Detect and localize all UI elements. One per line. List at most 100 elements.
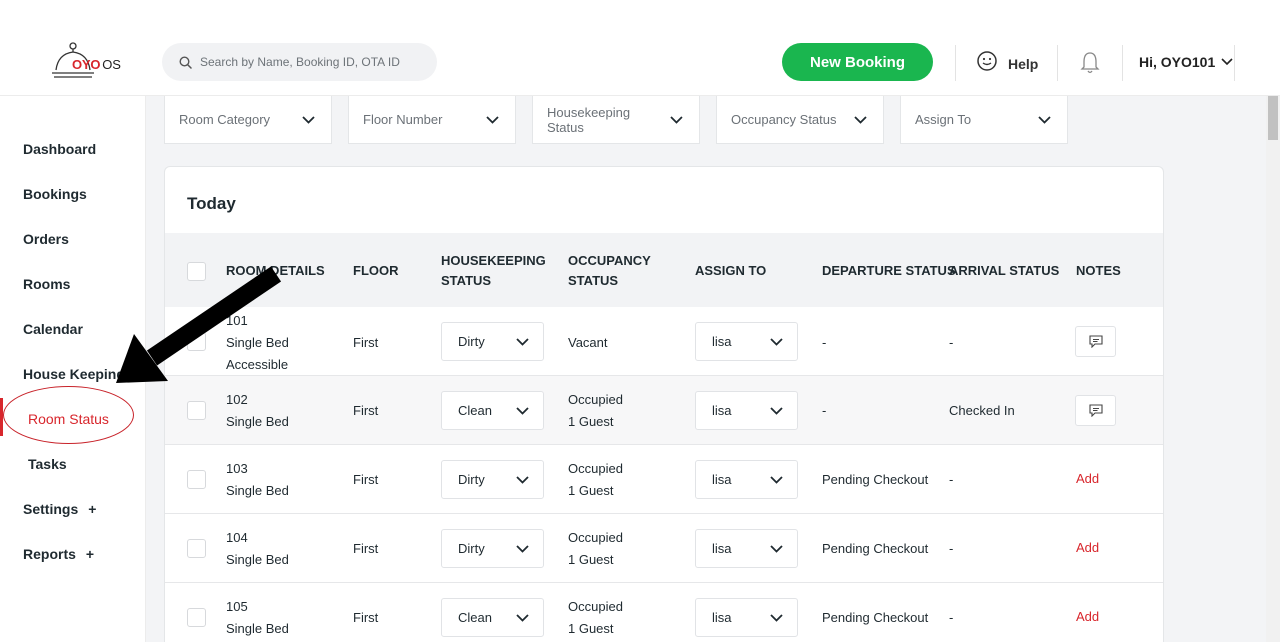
chevron-down-icon [770, 613, 783, 622]
notification-bell-icon[interactable] [1080, 51, 1100, 75]
filter-room-category[interactable]: Room Category [164, 96, 332, 144]
housekeeping-status-select[interactable]: Dirty [441, 529, 544, 568]
divider [1234, 45, 1235, 81]
table-row[interactable]: 102 Single Bed First Clean Occupied 1 Gues… [165, 376, 1163, 445]
chevron-down-icon [770, 475, 783, 484]
filter-occupancy-status[interactable]: Occupancy Status [716, 96, 884, 144]
add-note-link[interactable]: Add [1076, 471, 1099, 486]
table-row[interactable]: 104 Single Bed First Dirty Occupied 1 Gues… [165, 514, 1163, 583]
assign-to-select[interactable]: lisa [695, 460, 798, 499]
departure-status-cell: Pending Checkout [822, 610, 929, 625]
housekeeping-status-select[interactable]: Clean [441, 391, 544, 430]
chevron-down-icon [516, 337, 529, 346]
add-note-link[interactable]: Add [1076, 609, 1099, 624]
select-value: Clean [458, 610, 492, 625]
floor-cell: First [353, 472, 379, 487]
table-row[interactable]: 101 Single Bed Accessible First Dirty Vaca… [165, 307, 1163, 376]
arrival-status-cell: Checked In [949, 403, 1015, 418]
assign-to-select[interactable]: lisa [695, 391, 798, 430]
header-occupancy-status: OCCUPANCY STATUS [568, 253, 651, 288]
row-checkbox[interactable] [187, 539, 206, 558]
sidebar-item-label: Calendar [23, 321, 83, 337]
sidebar-item-label: Dashboard [23, 141, 97, 157]
select-value: lisa [712, 472, 732, 487]
chevron-down-icon [516, 613, 529, 622]
filter-floor-number[interactable]: Floor Number [348, 96, 516, 144]
occupancy-status-cell: Occupied 1 Guest [568, 392, 623, 429]
note-button[interactable] [1075, 326, 1116, 357]
assign-to-select[interactable]: lisa [695, 322, 798, 361]
scrollbar-thumb[interactable] [1268, 96, 1278, 140]
vertical-scrollbar[interactable] [1266, 96, 1280, 642]
row-checkbox[interactable] [187, 401, 206, 420]
housekeeping-status-select[interactable]: Dirty [441, 322, 544, 361]
search-icon [179, 55, 192, 69]
help-label: Help [1008, 56, 1039, 72]
note-button[interactable] [1075, 395, 1116, 426]
row-checkbox[interactable] [187, 608, 206, 627]
filter-label: Assign To [915, 112, 972, 127]
departure-status-cell: Pending Checkout [822, 541, 929, 556]
sidebar-item-label: Settings [23, 501, 79, 517]
arrival-status-cell: - [949, 335, 954, 350]
floor-cell: First [353, 541, 379, 556]
housekeeping-status-select[interactable]: Dirty [441, 460, 544, 499]
new-booking-button[interactable]: New Booking [782, 43, 933, 81]
expand-plus-icon: + [85, 546, 95, 562]
occupancy-status-cell: Occupied 1 Guest [568, 530, 623, 567]
departure-status-cell: Pending Checkout [822, 472, 929, 487]
filter-label: Room Category [179, 112, 271, 127]
sidebar-item-label: Rooms [23, 276, 71, 292]
select-value: Dirty [458, 334, 485, 349]
search-bar[interactable] [162, 43, 437, 81]
add-note-link[interactable]: Add [1076, 540, 1099, 555]
user-greeting: Hi, OYO101 [1139, 54, 1216, 70]
floor-cell: First [353, 610, 379, 625]
filter-label: Occupancy Status [731, 112, 837, 127]
table-row[interactable]: 103 Single Bed First Dirty Occupied 1 Gues… [165, 445, 1163, 514]
chevron-down-icon [516, 406, 529, 415]
assign-to-select[interactable]: lisa [695, 529, 798, 568]
chevron-down-icon [1221, 58, 1233, 66]
sidebar-item-calendar[interactable]: Calendar [23, 321, 83, 337]
sidebar-item-bookings[interactable]: Bookings [23, 186, 87, 202]
filter-bar: Room Category Floor Number Housekeeping … [164, 96, 1068, 144]
help-button[interactable]: Help [976, 50, 1038, 72]
divider [1057, 45, 1058, 81]
select-value: lisa [712, 334, 732, 349]
sidebar-item-label: Orders [23, 231, 69, 247]
logo-os-text: OS [102, 57, 121, 72]
housekeeping-status-select[interactable]: Clean [441, 598, 544, 637]
occupancy-status-cell: Occupied 1 Guest [568, 461, 623, 498]
sidebar-item-reports[interactable]: Reports + [23, 546, 94, 562]
chevron-down-icon [516, 475, 529, 484]
sidebar-item-orders[interactable]: Orders [23, 231, 69, 247]
sidebar-item-label: Tasks [28, 456, 67, 472]
select-value: Dirty [458, 541, 485, 556]
row-checkbox[interactable] [187, 470, 206, 489]
comment-icon [1088, 404, 1103, 417]
chevron-down-icon [1038, 115, 1051, 124]
departure-status-cell: - [822, 403, 827, 418]
sidebar-item-rooms[interactable]: Rooms [23, 276, 70, 292]
filter-label: Floor Number [363, 112, 443, 127]
user-menu[interactable]: Hi, OYO101 [1139, 54, 1233, 70]
select-value: lisa [712, 610, 732, 625]
search-input[interactable] [200, 55, 430, 69]
filter-housekeeping-status[interactable]: Housekeeping Status [532, 96, 700, 144]
table-header: ROOM DETAILS FLOOR HOUSEKEEPING STATUS OC… [165, 233, 1163, 307]
sidebar-item-dashboard[interactable]: Dashboard [23, 141, 96, 157]
arrival-status-cell: - [949, 472, 954, 487]
chevron-down-icon [486, 115, 499, 124]
sidebar-item-settings[interactable]: Settings + [23, 501, 96, 517]
assign-to-select[interactable]: lisa [695, 598, 798, 637]
arrival-status-cell: - [949, 541, 954, 556]
pointer-arrow-annotation [116, 266, 282, 383]
floor-cell: First [353, 403, 379, 418]
table-row[interactable]: 105 Single Bed First Clean Occupied 1 Gues… [165, 583, 1163, 642]
sidebar-item-tasks[interactable]: Tasks [28, 456, 67, 472]
chevron-down-icon [770, 544, 783, 553]
comment-icon [1088, 335, 1103, 348]
select-value: lisa [712, 403, 732, 418]
filter-assign-to[interactable]: Assign To [900, 96, 1068, 144]
